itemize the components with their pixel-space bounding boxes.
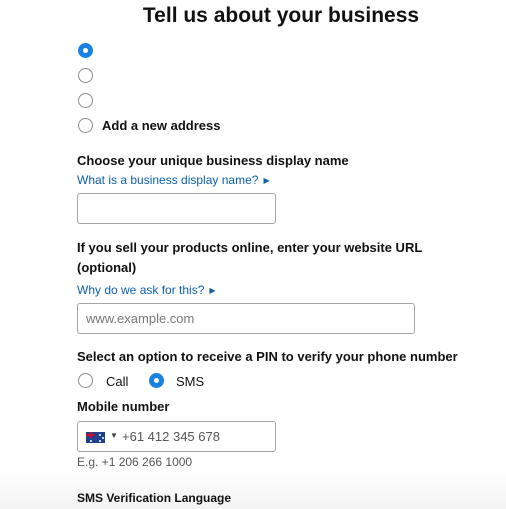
mobile-number-field: ▼	[77, 421, 276, 452]
flag-star	[99, 434, 101, 436]
pin-sms-label[interactable]: SMS	[176, 374, 204, 389]
pin-call-radio[interactable]	[78, 373, 93, 388]
website-help-link[interactable]: Why do we ask for this? ▶	[77, 283, 216, 297]
sms-language-label: SMS Verification Language	[77, 491, 232, 505]
page-title: Tell us about your business	[142, 4, 420, 27]
mobile-number-label: Mobile number	[77, 399, 170, 414]
pin-sms-radio[interactable]	[149, 373, 164, 388]
mobile-number-hint: E.g. +1 206 266 1000	[77, 455, 193, 469]
australia-flag-icon[interactable]	[86, 432, 105, 443]
pin-call-label[interactable]: Call	[106, 374, 128, 389]
display-name-help-link-text: What is a business display name?	[77, 173, 259, 187]
display-name-input[interactable]	[77, 193, 276, 224]
flag-star	[99, 440, 101, 442]
website-help-link-text: Why do we ask for this?	[77, 283, 205, 297]
address-option-1-radio[interactable]	[78, 43, 93, 58]
caret-right-icon: ▶	[209, 286, 216, 295]
flag-star	[102, 437, 104, 439]
display-name-help-link[interactable]: What is a business display name? ▶	[77, 173, 270, 187]
website-label-optional: (optional)	[77, 260, 137, 275]
add-new-address-label[interactable]: Add a new address	[102, 118, 220, 133]
bottom-fade	[0, 470, 506, 509]
pin-method-label: Select an option to receive a PIN to ver…	[77, 349, 458, 364]
caret-right-icon: ▶	[263, 176, 270, 185]
flag-union-jack	[86, 432, 95, 438]
address-option-2-radio[interactable]	[78, 68, 93, 83]
chevron-down-icon[interactable]: ▼	[110, 431, 118, 440]
address-option-3-radio[interactable]	[78, 93, 93, 108]
flag-star	[90, 440, 92, 442]
website-label: If you sell your products online, enter …	[77, 240, 423, 255]
display-name-label: Choose your unique business display name	[77, 153, 349, 168]
mobile-number-input[interactable]	[122, 425, 272, 448]
website-input[interactable]	[77, 303, 415, 334]
add-new-address-radio[interactable]	[78, 118, 93, 133]
